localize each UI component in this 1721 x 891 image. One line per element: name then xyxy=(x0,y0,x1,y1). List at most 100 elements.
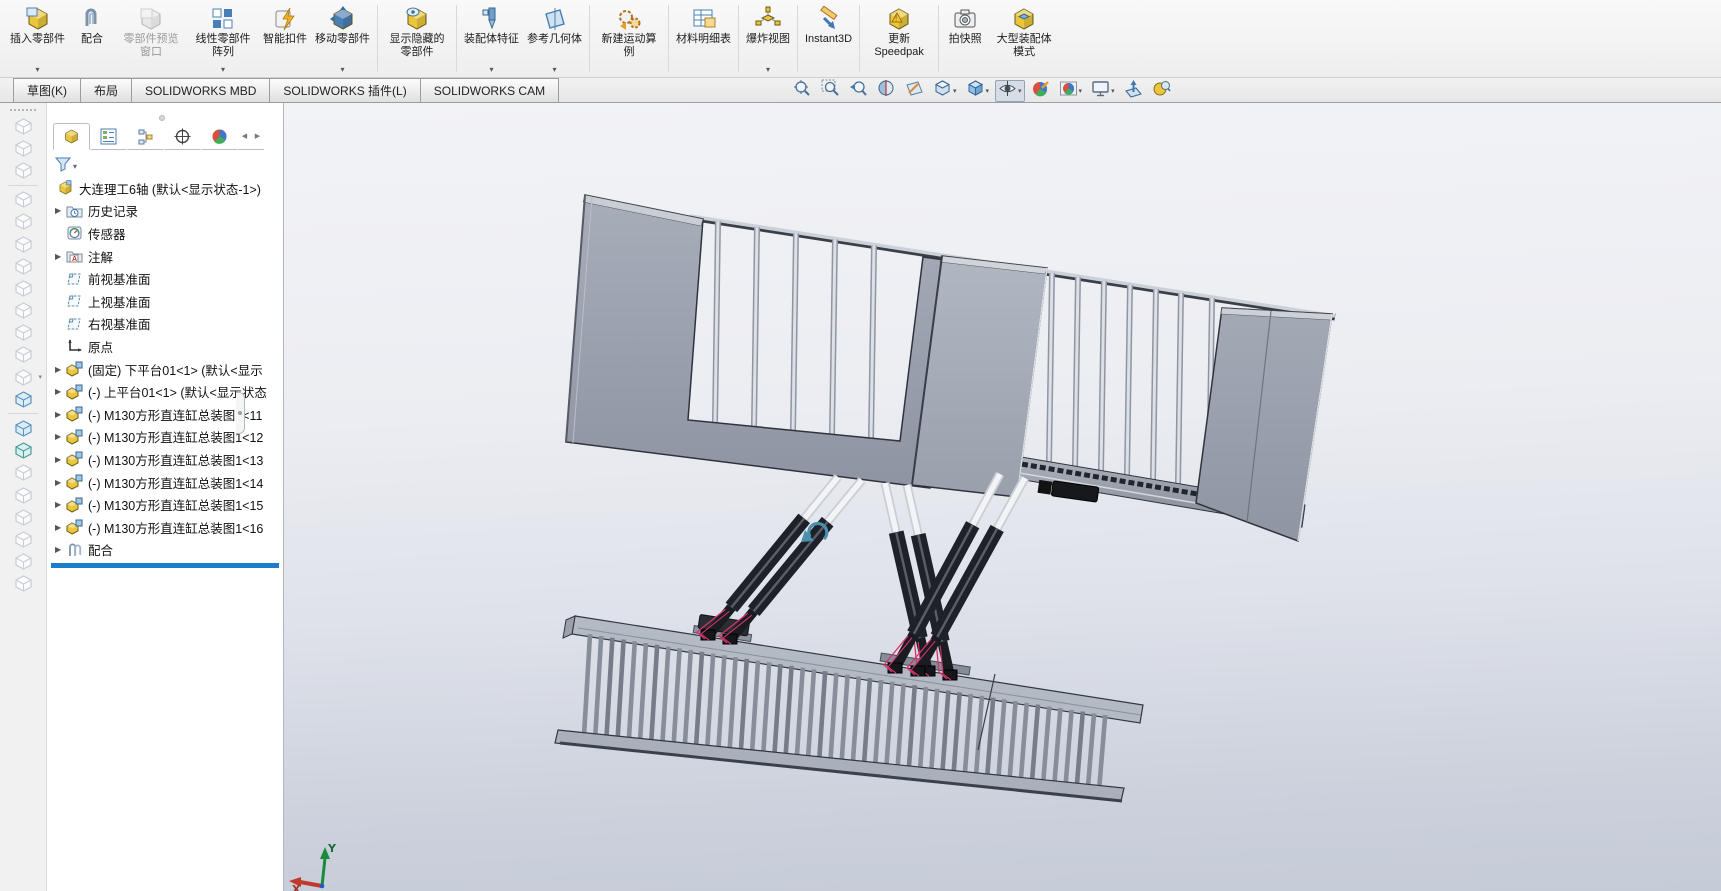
smart-fasteners-button[interactable]: 智能扣件 xyxy=(259,2,311,75)
assembly-features-button[interactable]: 装配体特征▾ xyxy=(460,2,523,75)
tree-item-part-11[interactable]: ▶(-) M130方形直连缸总装图1<12 xyxy=(47,426,283,449)
dropdown-caret[interactable]: ▾ xyxy=(460,65,523,74)
ribbon-tab-3[interactable]: SOLIDWORKS MBD xyxy=(131,78,270,103)
expand-arrow[interactable]: ▶ xyxy=(55,478,66,487)
expand-arrow[interactable]: ▶ xyxy=(55,432,66,441)
zoom-to-area-button[interactable] xyxy=(818,80,843,102)
ribbon-tab-2[interactable]: 布局 xyxy=(80,78,132,103)
tree-item-plane-5[interactable]: 上视基准面 xyxy=(47,290,283,313)
update-speedpak-button[interactable]: !更新 Speedpak xyxy=(863,2,935,75)
dropdown-caret[interactable]: ▾ xyxy=(1018,87,1022,95)
toolstrip-grip[interactable] xyxy=(10,109,36,111)
dropdown-caret[interactable]: ▾ xyxy=(6,65,69,74)
show-hidden-components-button[interactable]: 显示隐藏的零部件 xyxy=(381,2,453,75)
dropdown-caret[interactable]: ▾ xyxy=(187,65,259,74)
display-style-button[interactable]: ▾ xyxy=(963,80,993,102)
move-component-button[interactable]: 移动零部件▾ xyxy=(311,2,374,75)
graphics-viewport[interactable]: YX xyxy=(284,103,1721,891)
expand-arrow[interactable]: ▶ xyxy=(55,523,66,532)
dropdown-caret[interactable]: ▾ xyxy=(1079,87,1083,95)
dropdown-caret[interactable]: ▾ xyxy=(523,65,586,74)
shape-tool-icon-22[interactable] xyxy=(12,552,34,571)
filter-caret[interactable]: ▾ xyxy=(73,162,77,171)
shape-tool-icon-5[interactable] xyxy=(12,190,34,209)
new-motion-study-button[interactable]: 新建运动算例 xyxy=(593,2,665,75)
ribbon-tab-5[interactable]: SOLIDWORKS CAM xyxy=(420,78,559,103)
shape-tool-icon-12[interactable] xyxy=(12,345,34,364)
shape-tool-icon-17[interactable] xyxy=(12,441,34,460)
reference-geometry-button[interactable]: 参考几何体▾ xyxy=(523,2,586,75)
panel-tab-displaymanager[interactable] xyxy=(201,123,238,150)
ribbon-tab-4[interactable]: SOLIDWORKS 插件(L) xyxy=(269,78,420,103)
tree-item-annotations-3[interactable]: ▶A注解 xyxy=(47,245,283,268)
dropdown-caret[interactable]: ▾ xyxy=(742,65,794,74)
expand-arrow[interactable]: ▶ xyxy=(55,545,66,554)
large-assembly-mode-button[interactable]: 大型装配体模式 xyxy=(988,2,1060,75)
tree-item-part-14[interactable]: ▶(-) M130方形直连缸总装图1<15 xyxy=(47,493,283,516)
tree-item-history-1[interactable]: ▶历史记录 xyxy=(47,200,283,223)
section-view-button[interactable] xyxy=(874,80,899,102)
ribbon-tab-1[interactable]: 草图(K) xyxy=(13,78,81,103)
tree-item-part-15[interactable]: ▶(-) M130方形直连缸总装图1<16 xyxy=(47,516,283,539)
view-settings-button[interactable]: ▾ xyxy=(1088,80,1118,102)
shape-tool-icon-3[interactable] xyxy=(12,161,34,180)
tree-item-part-8[interactable]: ▶(固定) 下平台01<1> (默认<显示 xyxy=(47,358,283,381)
shape-tool-icon-6[interactable] xyxy=(12,212,34,231)
shape-tool-icon-13[interactable]: ▾ xyxy=(12,368,34,387)
tree-item-part-13[interactable]: ▶(-) M130方形直连缸总装图1<14 xyxy=(47,471,283,494)
tree-item-plane-6[interactable]: 右视基准面 xyxy=(47,313,283,336)
shape-tool-icon-10[interactable] xyxy=(12,301,34,320)
dropdown-caret[interactable]: ▾ xyxy=(986,87,990,95)
dropdown-caret[interactable]: ▾ xyxy=(311,65,374,74)
panel-tabs-scroll-left[interactable]: ◀ xyxy=(238,123,251,150)
mate-button[interactable]: 配合 xyxy=(69,2,115,75)
view-orientation-button[interactable]: ▾ xyxy=(930,80,960,102)
expand-arrow[interactable]: ▶ xyxy=(55,365,66,374)
tree-filter[interactable]: ▾ xyxy=(55,155,77,177)
selection-rollback-bar[interactable] xyxy=(51,563,279,568)
annotation-view-button[interactable] xyxy=(902,80,927,102)
hide-show-items-button[interactable]: ▾ xyxy=(995,80,1025,102)
shape-tool-icon-19[interactable] xyxy=(12,486,34,505)
dropdown-caret[interactable]: ▾ xyxy=(953,87,957,95)
take-snapshot-button[interactable]: 拍快照 xyxy=(942,2,988,75)
insert-component-button[interactable]: 插入零部件▾ xyxy=(6,2,69,75)
bill-of-materials-button[interactable]: 材料明细表 xyxy=(672,2,735,75)
expand-arrow[interactable]: ▶ xyxy=(55,387,66,396)
panel-resize-dot[interactable] xyxy=(159,115,165,121)
tree-item-mates-16[interactable]: ▶配合 xyxy=(47,539,283,562)
zoom-to-fit-button[interactable] xyxy=(790,80,815,102)
shape-tool-icon-20[interactable] xyxy=(12,508,34,527)
instant3d-button[interactable]: Instant3D xyxy=(801,2,856,75)
expand-arrow[interactable]: ▶ xyxy=(55,206,66,215)
dropdown-caret[interactable]: ▾ xyxy=(1111,87,1115,95)
shape-tool-icon-11[interactable] xyxy=(12,323,34,342)
apply-scene-button[interactable]: ▾ xyxy=(1056,80,1086,102)
tree-item-plane-4[interactable]: 前视基准面 xyxy=(47,267,283,290)
panel-tab-featuremanager[interactable] xyxy=(53,123,90,150)
shape-tool-icon-21[interactable] xyxy=(12,530,34,549)
shape-tool-icon-2[interactable] xyxy=(12,139,34,158)
panel-tab-configurationmanager[interactable] xyxy=(127,123,164,150)
expand-arrow[interactable]: ▶ xyxy=(55,455,66,464)
preview-camera-button[interactable] xyxy=(1149,80,1174,102)
tree-item-part-9[interactable]: ▶(-) 上平台01<1> (默认<显示状态 xyxy=(47,380,283,403)
shape-tool-icon-1[interactable] xyxy=(12,117,34,136)
shape-tool-icon-23[interactable] xyxy=(12,574,34,593)
panel-tab-propertymanager[interactable] xyxy=(90,123,127,150)
shape-tool-icon-9[interactable] xyxy=(12,279,34,298)
tree-item-origin-7[interactable]: 原点 xyxy=(47,335,283,358)
exploded-view-button[interactable]: 爆炸视图▾ xyxy=(742,2,794,75)
linear-component-pattern-button[interactable]: 线性零部件阵列▾ xyxy=(187,2,259,75)
edit-appearance-button[interactable] xyxy=(1028,80,1053,102)
shape-tool-icon-16[interactable] xyxy=(12,419,34,438)
shape-tool-icon-14[interactable] xyxy=(12,390,34,409)
shape-tool-icon-8[interactable] xyxy=(12,257,34,276)
shape-tool-icon-7[interactable] xyxy=(12,235,34,254)
expand-arrow[interactable]: ▶ xyxy=(55,500,66,509)
previous-view-button[interactable] xyxy=(846,80,871,102)
normal-to-button[interactable] xyxy=(1121,80,1146,102)
tree-item-sensors-2[interactable]: 传感器 xyxy=(47,222,283,245)
tree-item-part-10[interactable]: ▶(-) M130方形直连缸总装图1<11 xyxy=(47,403,283,426)
tree-item-root[interactable]: 大连理工6轴 (默认<显示状态-1>) xyxy=(47,177,283,200)
